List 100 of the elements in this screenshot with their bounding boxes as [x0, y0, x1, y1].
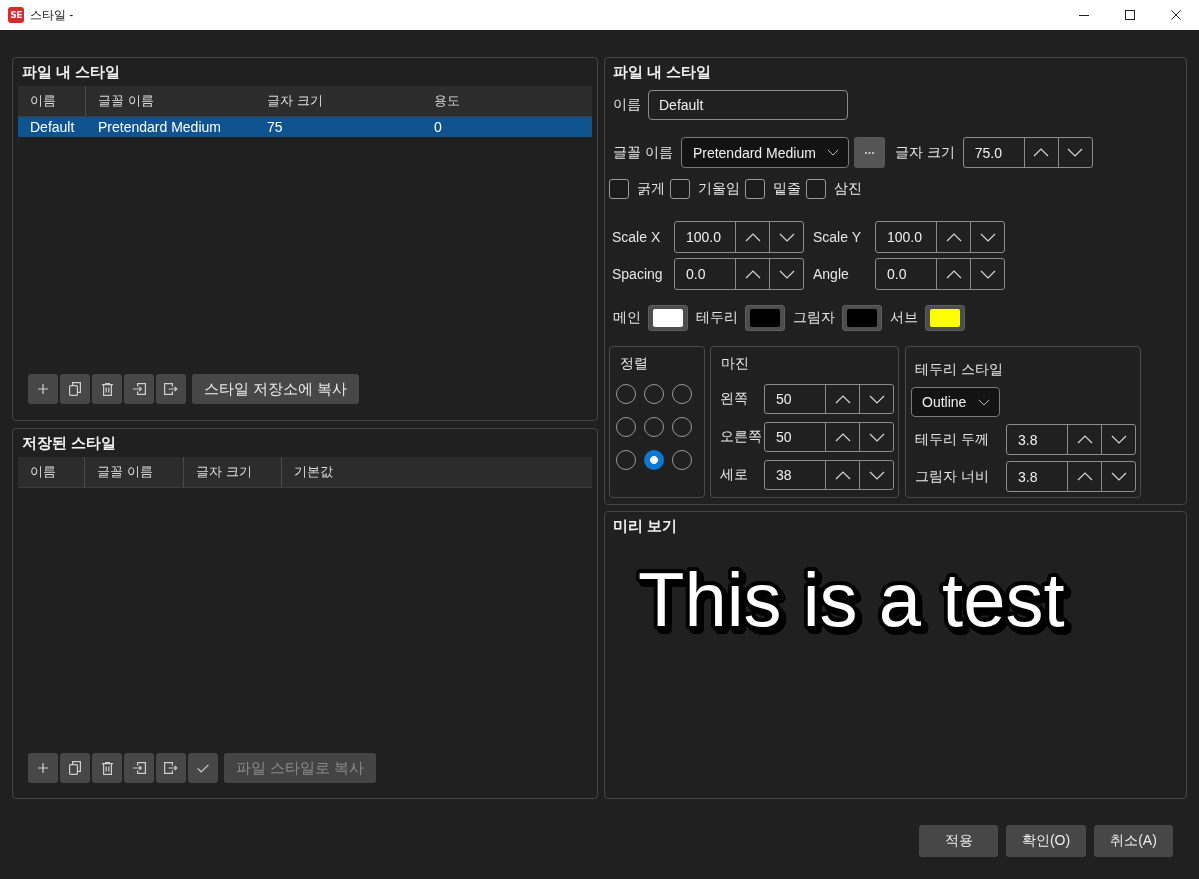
add-button[interactable]	[28, 753, 58, 783]
color-button[interactable]	[648, 305, 688, 331]
maximize-icon	[1125, 10, 1135, 20]
field-label: 그림자 너비	[915, 467, 990, 486]
export-button[interactable]	[156, 753, 186, 783]
decrement-button[interactable]	[1101, 424, 1136, 455]
copy-icon	[69, 382, 81, 396]
field-label: 테두리	[696, 309, 738, 327]
decrement-button[interactable]	[1057, 137, 1093, 168]
number-field[interactable]: 0.0	[674, 258, 736, 290]
field-label: Angle	[812, 266, 850, 282]
number-field[interactable]: 100.0	[875, 221, 937, 253]
panel-title: 저장된 스타일	[22, 433, 117, 453]
checkbox[interactable]	[745, 179, 765, 199]
color-button[interactable]	[842, 305, 882, 331]
duplicate-button[interactable]	[60, 753, 90, 783]
decrement-button[interactable]	[970, 258, 1005, 290]
copy-icon	[69, 761, 81, 775]
chevron-down-icon	[826, 149, 839, 156]
increment-button[interactable]	[825, 422, 860, 452]
confirm-button[interactable]	[188, 753, 218, 783]
border-type-dropdown[interactable]: Outline	[911, 387, 1000, 417]
table-row[interactable]: Default Pretendard Medium 75 0	[18, 117, 592, 137]
delete-button[interactable]	[92, 753, 122, 783]
number-field[interactable]: 3.8	[1006, 424, 1068, 455]
plus-icon	[38, 763, 48, 773]
trash-icon	[101, 382, 113, 396]
field-label: Spacing	[612, 266, 664, 282]
column-header: 이름	[18, 457, 85, 487]
decrement-button[interactable]	[859, 384, 894, 414]
chevron-up-icon	[834, 432, 851, 442]
decrement-button[interactable]	[769, 258, 804, 290]
name-field[interactable]: Default	[648, 90, 848, 120]
number-field[interactable]: 50	[764, 422, 826, 452]
duplicate-button[interactable]	[60, 374, 90, 404]
chevron-up-icon	[1076, 472, 1093, 481]
color-button[interactable]	[925, 305, 965, 331]
chevron-up-icon	[1033, 148, 1050, 157]
decrement-button[interactable]	[769, 221, 804, 253]
increment-button[interactable]	[1067, 461, 1102, 492]
radio-button[interactable]	[644, 450, 664, 470]
chevron-down-icon	[868, 394, 885, 404]
decrement-button[interactable]	[859, 422, 894, 452]
increment-button[interactable]	[936, 221, 971, 253]
checkbox[interactable]	[806, 179, 826, 199]
increment-button[interactable]	[825, 384, 860, 414]
color-button[interactable]	[745, 305, 785, 331]
copy-button[interactable]: 스타일 저장소에 복사	[192, 374, 360, 404]
field-label: 굵게	[637, 180, 665, 198]
number-field[interactable]: 38	[764, 460, 826, 490]
field-label: 글꼴 이름	[613, 143, 673, 162]
field-label: 메인	[613, 309, 641, 327]
chevron-down-icon	[1110, 435, 1127, 444]
add-button[interactable]	[28, 374, 58, 404]
font-dropdown[interactable]: Pretendard Medium	[680, 137, 849, 168]
number-field[interactable]: 50	[764, 384, 826, 414]
panel-title: 미리 보기	[613, 516, 678, 536]
increment-button[interactable]	[936, 258, 971, 290]
chevron-down-icon	[978, 398, 990, 406]
column-header: 이름	[18, 86, 86, 116]
checkbox[interactable]	[670, 179, 690, 199]
field-label: 오른쪽	[720, 428, 763, 446]
table-cell-text: Default	[29, 119, 76, 135]
number-field[interactable]: 3.8	[1006, 461, 1068, 492]
field-label: Scale Y	[812, 229, 862, 245]
field-label: 그림자	[793, 309, 835, 327]
decrement-button[interactable]	[970, 221, 1005, 253]
increment-button[interactable]	[735, 258, 770, 290]
field-label: 이름	[613, 96, 641, 114]
decrement-button[interactable]	[1101, 461, 1136, 492]
column-header: 글자 크기	[266, 92, 324, 110]
increment-button[interactable]	[1023, 137, 1059, 168]
decrement-button[interactable]	[859, 460, 894, 490]
checkbox[interactable]	[609, 179, 629, 199]
export-button[interactable]	[156, 374, 186, 404]
dialog-button[interactable]: 취소(A)	[1094, 825, 1173, 857]
field-label: 세로	[720, 466, 749, 484]
chevron-down-icon	[778, 269, 795, 279]
number-field[interactable]: 0.0	[875, 258, 937, 290]
chevron-down-icon	[979, 269, 996, 279]
plus-icon	[38, 384, 48, 394]
import-button[interactable]	[124, 753, 154, 783]
import-button[interactable]	[124, 374, 154, 404]
increment-button[interactable]	[825, 460, 860, 490]
field-label: 밑줄	[773, 180, 801, 198]
field-label: Scale X	[612, 229, 662, 245]
field-label: 삼진	[834, 180, 862, 198]
number-field[interactable]: 75.0	[962, 137, 1025, 168]
increment-button[interactable]	[735, 221, 770, 253]
dialog-button[interactable]: 확인(O)	[1006, 825, 1086, 857]
field-label: 기울임	[698, 180, 740, 198]
number-field[interactable]: 100.0	[674, 221, 736, 253]
increment-button[interactable]	[1067, 424, 1102, 455]
dialog-button[interactable]: 적용	[919, 825, 998, 857]
window-title: 스타일 -	[30, 6, 74, 24]
column-header: 기본값	[293, 463, 334, 481]
box-arrow-out-icon	[164, 762, 178, 774]
group-title: 정렬	[620, 354, 648, 372]
delete-button[interactable]	[92, 374, 122, 404]
chevron-up-icon	[1076, 435, 1093, 444]
